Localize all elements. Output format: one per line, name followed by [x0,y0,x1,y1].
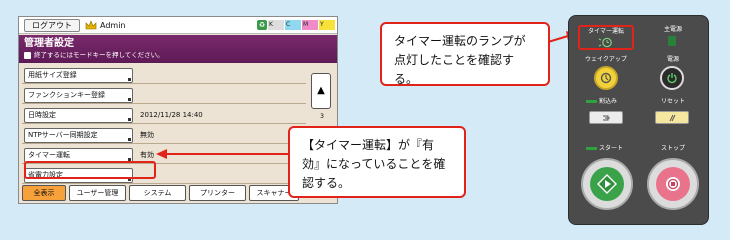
page-title: 管理者設定 [24,38,74,49]
control-panel: タイマー運転 主電源 ウェイクアップ 電源 割込み リセット スタート ストップ [568,15,709,225]
interrupt-button[interactable] [589,111,623,124]
page-indicator: 3 [320,113,324,120]
power-label: 電源 [666,56,679,63]
toner-m: M [302,20,318,30]
interrupt-icon [603,115,610,121]
recycle-icon: ♻ [257,20,267,30]
scroll-up-button[interactable]: ▲ [311,73,331,109]
screen-header: 管理者設定 終了するにはモードキーを押してください。 [19,35,337,63]
interrupt-led [586,100,597,103]
paper-size-button[interactable]: 用紙サイズ登録 [24,68,133,83]
toner-y: Y [319,20,335,30]
tab-all[interactable]: 全表示 [22,185,66,201]
logout-button[interactable]: ログアウト [24,19,80,32]
reset-button[interactable] [655,111,689,124]
function-key-button[interactable]: ファンクションキー登録 [24,88,133,103]
wakeup-icon [600,72,612,84]
toner-c: C [285,20,301,30]
main-power-lamp [668,36,676,46]
wakeup-label: ウェイクアップ [585,56,627,63]
list-item: 用紙サイズ登録 [22,67,306,84]
tab-system[interactable]: システム [129,185,186,201]
wakeup-button[interactable] [594,66,618,90]
timer-lamp-callout: タイマー運転のランプが点灯したことを確認する。 [380,22,550,86]
timer-setting-callout: 【タイマー運転】が『有効』になっていることを確認する。 [288,126,466,198]
ntp-sync-value: 無効 [140,131,154,139]
list-item: ファンクションキー登録 [22,87,306,104]
timer-clock-icon [598,37,612,48]
start-label: スタート [599,145,624,152]
datetime-button[interactable]: 日時設定 [24,108,133,123]
stop-icon [666,177,680,191]
toner-k: K [268,20,284,30]
main-power-label: 主電源 [663,26,682,33]
user-name: Admin [100,21,126,30]
ntp-sync-button[interactable]: NTPサーバー同期設定 [24,128,133,143]
info-icon [24,52,31,59]
power-button[interactable] [660,66,684,90]
reset-icon [669,114,676,122]
tab-printer[interactable]: プリンター [189,185,246,201]
reset-label: リセット [660,98,685,105]
tab-user-management[interactable]: ユーザー管理 [69,185,126,201]
subtitle-text: 終了するにはモードキーを押してください。 [34,51,164,59]
stop-button[interactable] [647,158,699,210]
crown-icon [85,20,97,30]
timer-label: タイマー運転 [587,28,624,35]
timer-row-highlight [24,161,156,179]
toner-indicator: ♻ K C M Y [257,20,335,30]
bottom-tabs: 全表示 ユーザー管理 システム プリンター スキャナー [22,185,299,201]
start-icon [597,174,617,194]
datetime-value: 2012/11/28 14:40 [140,111,203,119]
interrupt-label: 割込み [599,98,618,105]
page-subtitle: 終了するにはモードキーを押してください。 [24,51,164,60]
top-bar: ログアウト Admin ♻ K C M Y [19,17,337,34]
power-icon [667,73,677,84]
stop-label: ストップ [660,145,685,152]
start-led [586,147,597,150]
list-item: 日時設定 2012/11/28 14:40 [22,107,306,124]
list-item: NTPサーバー同期設定 無効 [22,127,306,144]
start-button[interactable] [581,158,633,210]
